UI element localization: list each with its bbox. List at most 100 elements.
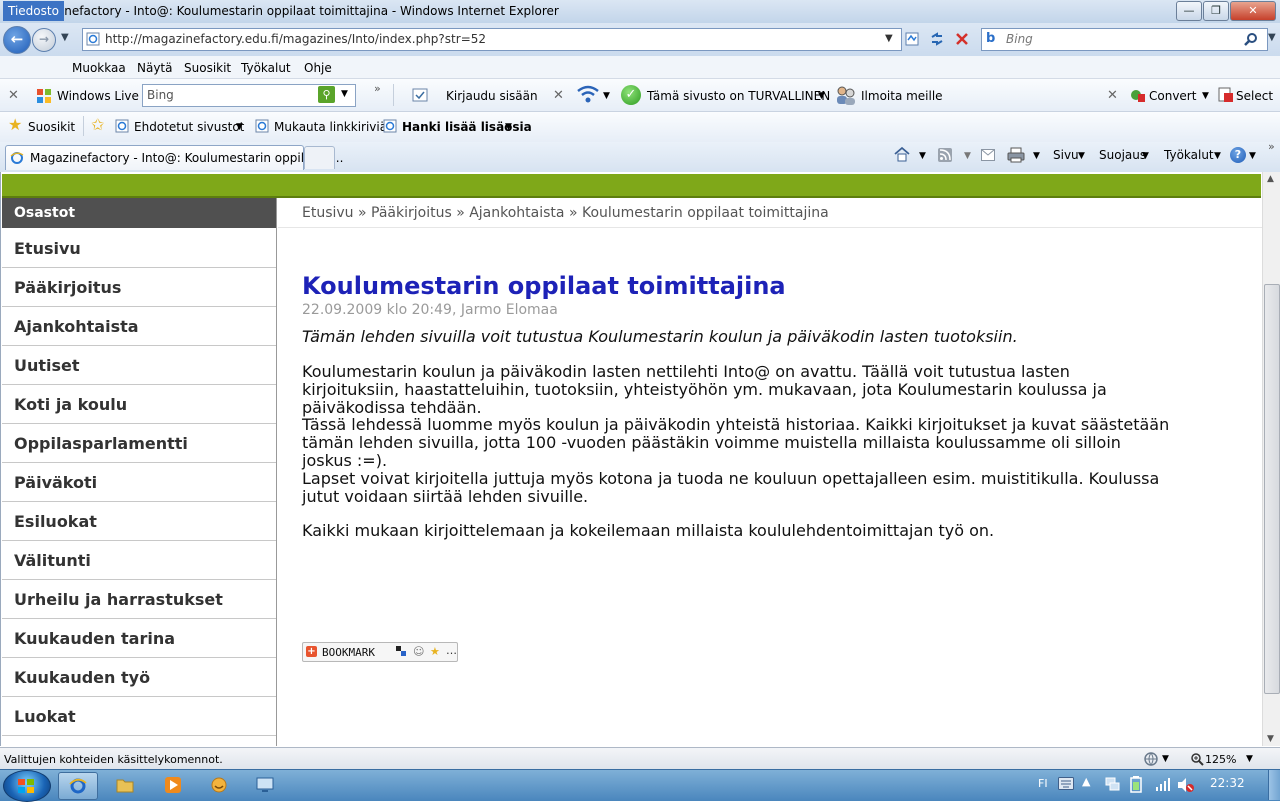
scrollbar-thumb[interactable]	[1264, 284, 1280, 694]
zoom-icon[interactable]	[1190, 752, 1204, 766]
sidebar-item-oppilasparlamentti[interactable]: Oppilasparlamentti	[2, 424, 276, 463]
add-favorite-icon[interactable]: ✩	[91, 117, 104, 133]
sidebar-item-uutiset[interactable]: Uutiset	[2, 346, 276, 385]
zoom-dropdown-icon[interactable]: ▼	[1246, 754, 1253, 764]
menu-help[interactable]: Ohje	[304, 61, 332, 75]
sidebar-item-paivakoti[interactable]: Päiväkoti	[2, 463, 276, 502]
history-dropdown-icon[interactable]: ▼	[61, 32, 69, 43]
close-toolbar-icon[interactable]: ✕	[1107, 88, 1118, 103]
tools-menu[interactable]: Työkalut	[1164, 148, 1214, 162]
forward-button[interactable]: →	[32, 28, 56, 52]
menu-file[interactable]: Tiedosto	[3, 1, 64, 21]
safe-dropdown-icon[interactable]: ▼	[818, 91, 825, 101]
vertical-scrollbar[interactable]: ▲ ▼	[1262, 172, 1280, 746]
safety-dropdown-icon[interactable]: ▼	[1142, 151, 1149, 161]
home-icon[interactable]	[893, 146, 911, 162]
bookmark-button[interactable]: + BOOKMARK ☺ ★ …	[302, 642, 458, 662]
help-icon[interactable]: ?	[1230, 147, 1246, 163]
taskbar-ie-button[interactable]	[58, 772, 98, 800]
wifi-signal-icon[interactable]	[1155, 777, 1171, 791]
network-icon[interactable]	[1104, 776, 1120, 792]
print-dropdown-icon[interactable]: ▼	[1033, 151, 1040, 161]
taskbar-explorer-button[interactable]	[106, 772, 144, 798]
close-toolbar-icon[interactable]: ✕	[8, 88, 19, 103]
more-chevron-icon[interactable]: »	[374, 82, 381, 95]
mail-icon[interactable]	[981, 149, 995, 161]
feeds-dropdown-icon[interactable]: ▼	[964, 151, 971, 161]
address-dropdown-icon[interactable]: ▼	[885, 33, 893, 44]
compatibility-view-icon[interactable]	[904, 31, 920, 47]
customize-links-link[interactable]: Mukauta linkkiriviä	[274, 120, 387, 134]
sidebar-item-kuukauden-tarina[interactable]: Kuukauden tarina	[2, 619, 276, 658]
get-addons-link[interactable]: Hanki lisää lisäosia	[402, 120, 532, 134]
addons-dropdown-icon[interactable]: ▼	[505, 122, 512, 132]
search-box[interactable]: b Bing	[981, 28, 1268, 51]
menu-view[interactable]: Näytä	[137, 61, 173, 75]
tools-dropdown-icon[interactable]: ▼	[1214, 151, 1221, 161]
start-button[interactable]	[3, 770, 51, 802]
scroll-up-icon[interactable]: ▲	[1267, 174, 1274, 184]
wot-dropdown-icon[interactable]: ▼	[603, 91, 610, 101]
safe-status-text[interactable]: Tämä sivusto on TURVALLINEN	[647, 89, 830, 103]
zoom-level[interactable]: 125%	[1205, 753, 1236, 766]
windows-live-label[interactable]: Windows Live	[57, 89, 139, 103]
protected-mode-icon[interactable]	[1143, 751, 1159, 767]
sidebar-item-valitunti[interactable]: Välitunti	[2, 541, 276, 580]
clock[interactable]: 22:32	[1210, 776, 1245, 790]
battery-icon[interactable]	[1130, 776, 1142, 793]
back-button[interactable]: ←	[3, 26, 31, 54]
feeds-icon[interactable]	[938, 148, 952, 162]
safety-menu[interactable]: Suojaus	[1099, 148, 1146, 162]
sidebar-item-luokat[interactable]: Luokat	[2, 697, 276, 736]
menu-tools[interactable]: Työkalut	[241, 61, 291, 75]
maximize-button[interactable]: ❐	[1203, 1, 1229, 21]
sidebar-item-koti-ja-koulu[interactable]: Koti ja koulu	[2, 385, 276, 424]
search-icon[interactable]	[1244, 32, 1258, 46]
close-button[interactable]: ✕	[1230, 1, 1276, 21]
search-options-icon[interactable]: ▼	[1268, 32, 1276, 43]
convert-dropdown-icon[interactable]: ▼	[1202, 91, 1209, 101]
sidebar-item-urheilu[interactable]: Urheilu ja harrastukset	[2, 580, 276, 619]
address-bar[interactable]: http://magazinefactory.edu.fi/magazines/…	[82, 28, 902, 51]
sidebar-item-paakirjoitus[interactable]: Pääkirjoitus	[2, 268, 276, 307]
show-desktop-button[interactable]	[1268, 770, 1280, 800]
favorites-button[interactable]: Suosikit	[28, 120, 75, 134]
toolbar-search-dropdown-icon[interactable]: ▼	[341, 89, 348, 99]
volume-muted-icon[interactable]	[1177, 777, 1195, 793]
scroll-down-icon[interactable]: ▼	[1267, 734, 1274, 744]
page-dropdown-icon[interactable]: ▼	[1078, 151, 1085, 161]
refresh-icon[interactable]	[929, 31, 945, 47]
language-indicator[interactable]: FI	[1038, 777, 1048, 790]
sidebar-item-ajankohtaista[interactable]: Ajankohtaista	[2, 307, 276, 346]
sidebar-item-etusivu[interactable]: Etusivu	[2, 229, 276, 268]
stop-icon[interactable]	[954, 31, 970, 47]
convert-button[interactable]: Convert	[1149, 89, 1196, 103]
show-hidden-icons-icon[interactable]: ▲	[1082, 775, 1090, 788]
suggested-sites-link[interactable]: Ehdotetut sivustot	[134, 120, 244, 134]
select-button[interactable]: Select	[1236, 89, 1273, 103]
page-menu[interactable]: Sivu	[1053, 148, 1079, 162]
breadcrumb[interactable]: Etusivu » Pääkirjoitus » Ajankohtaista »…	[302, 205, 829, 221]
menu-favorites[interactable]: Suosikit	[184, 61, 231, 75]
toolbar-search-box[interactable]: Bing ⚲ ▼	[142, 84, 356, 107]
suggested-dropdown-icon[interactable]: ▼	[236, 122, 243, 132]
tab-current[interactable]: Magazinefactory - Into@: Koulumestarin o…	[5, 145, 343, 170]
protected-mode-dropdown-icon[interactable]: ▼	[1162, 754, 1169, 764]
menu-edit[interactable]: Muokkaa	[72, 61, 126, 75]
home-dropdown-icon[interactable]: ▼	[919, 151, 926, 161]
keyboard-icon[interactable]	[1058, 777, 1074, 790]
new-tab-button[interactable]	[304, 146, 335, 169]
taskbar-app-button[interactable]	[200, 772, 238, 798]
sidebar-item-esiluokat[interactable]: Esiluokat	[2, 502, 276, 541]
more-commands-icon[interactable]: »	[1268, 140, 1275, 153]
minimize-button[interactable]: —	[1176, 1, 1202, 21]
toolbar-search-icon[interactable]: ⚲	[318, 86, 335, 103]
sidebar-item-kuukauden-tyo[interactable]: Kuukauden työ	[2, 658, 276, 697]
login-button[interactable]: Kirjaudu sisään	[446, 89, 538, 103]
taskbar-remote-button[interactable]	[246, 772, 284, 798]
report-button[interactable]: Ilmoita meille	[861, 89, 943, 103]
taskbar-media-button[interactable]	[154, 772, 192, 798]
close-toolbar-icon[interactable]: ✕	[553, 88, 564, 103]
print-icon[interactable]	[1007, 147, 1025, 163]
help-dropdown-icon[interactable]: ▼	[1249, 151, 1256, 161]
